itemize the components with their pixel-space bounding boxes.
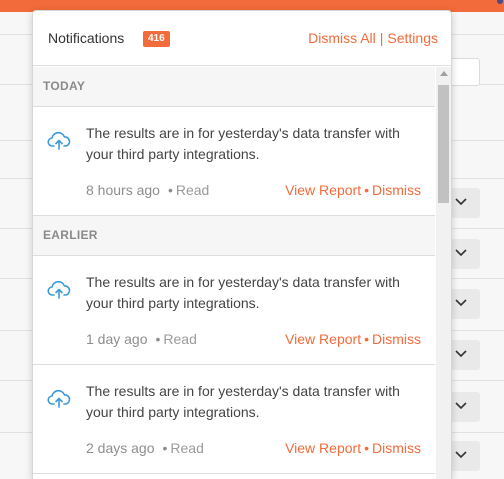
chevron-down-icon [455,198,467,206]
read-status[interactable]: Read [163,331,196,347]
meta-separator: • [167,182,173,198]
action-separator: • [364,440,369,456]
notifications-panel: Notifications 416 Dismiss All | Settings T… [32,10,452,479]
notifications-header: Notifications 416 Dismiss All | Settings [33,11,451,66]
meta-separator: • [155,331,161,347]
read-status[interactable]: Read [170,440,203,456]
notification-time: 2 days ago [86,440,155,456]
view-report-link[interactable]: View Report [285,182,361,198]
view-report-link[interactable]: View Report [285,331,361,347]
action-separator: • [364,331,369,347]
read-status[interactable]: Read [176,182,209,198]
chevron-down-icon [455,249,467,257]
cloud-upload-icon [47,389,71,408]
dismiss-all-link[interactable]: Dismiss All [308,30,376,46]
notification-actions: View Report • Dismiss [285,182,421,198]
chevron-down-icon [455,299,467,307]
dismiss-link[interactable]: Dismiss [372,331,421,347]
notification-meta: 8 hours ago • Read [86,182,209,198]
notification-actions: View Report • Dismiss [285,440,421,456]
chevron-down-icon [455,451,467,459]
scrollbar-thumb[interactable] [438,85,449,203]
dismiss-link[interactable]: Dismiss [372,182,421,198]
header-separator: | [379,30,384,46]
notification-item[interactable]: The results are in for yesterday's data … [33,107,435,216]
view-report-link[interactable]: View Report [285,440,361,456]
notification-item[interactable]: The results are in for yesterday's data … [33,365,435,474]
notification-meta: 2 days ago • Read [86,440,204,456]
notification-time: 1 day ago [86,331,148,347]
action-separator: • [364,182,369,198]
header-actions: Dismiss All | Settings [308,30,438,46]
notification-message: The results are in for yesterday's data … [86,383,400,420]
notification-message: The results are in for yesterday's data … [86,274,400,311]
settings-link[interactable]: Settings [387,30,438,46]
scroll-up-arrow-icon[interactable] [440,71,448,76]
notifications-list[interactable]: TODAY The results are in for yesterday's… [33,67,435,479]
notifications-title: Notifications [48,30,125,46]
chevron-down-icon [455,402,467,410]
notification-meta: 1 day ago • Read [86,331,197,347]
user-icon[interactable] [494,0,504,6]
scrollbar[interactable] [436,67,451,479]
notification-actions: View Report • Dismiss [285,331,421,347]
meta-separator: • [162,440,168,456]
chevron-down-icon [455,350,467,358]
dismiss-link[interactable]: Dismiss [372,440,421,456]
cloud-upload-icon [47,131,71,150]
section-header-earlier: EARLIER [33,216,435,256]
notification-count-badge: 416 [143,31,170,47]
notification-message: The results are in for yesterday's data … [86,125,400,162]
notification-time: 8 hours ago [86,182,160,198]
section-header-today: TODAY [33,67,435,107]
cloud-upload-icon [47,280,71,299]
notification-item[interactable]: The results are in for yesterday's data … [33,256,435,365]
